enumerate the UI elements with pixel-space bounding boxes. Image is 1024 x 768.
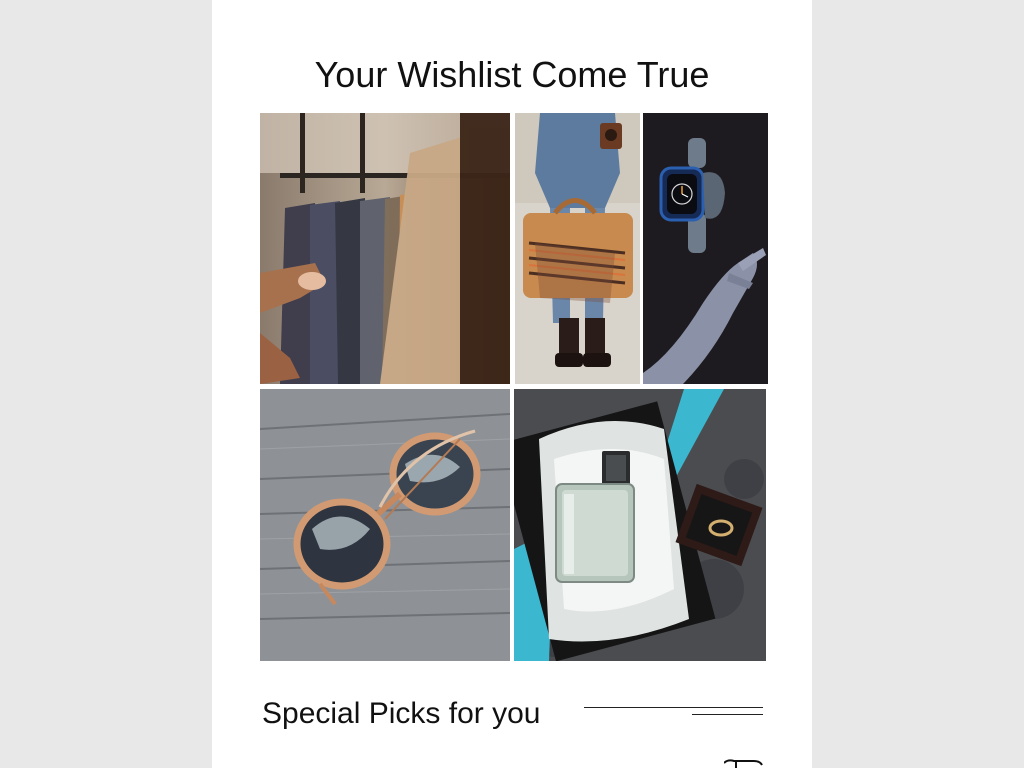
clothing-rack-photo[interactable] (260, 113, 510, 384)
section-title: Special Picks for you (262, 697, 541, 730)
sunglasses-photo[interactable] (260, 389, 510, 661)
product-gallery (260, 113, 768, 661)
page-title: Your Wishlist Come True (314, 54, 710, 95)
sunglasses-image (260, 389, 510, 661)
travel-bag-photo[interactable] (515, 113, 640, 384)
email-card: Your Wishlist Come True Special Picks fo… (212, 0, 812, 768)
perfume-gift-photo[interactable] (514, 389, 766, 661)
leather-bag-image (515, 113, 640, 384)
smartwatch-image (643, 113, 768, 384)
smartwatch-photo[interactable] (643, 113, 768, 384)
decorative-divider-short (692, 714, 763, 715)
perfume-box-image (514, 389, 766, 661)
decorative-divider (584, 707, 763, 708)
clothes-rack-image (260, 113, 510, 384)
special-picks-header: Special Picks for you (262, 692, 764, 736)
partial-icon (724, 759, 763, 768)
